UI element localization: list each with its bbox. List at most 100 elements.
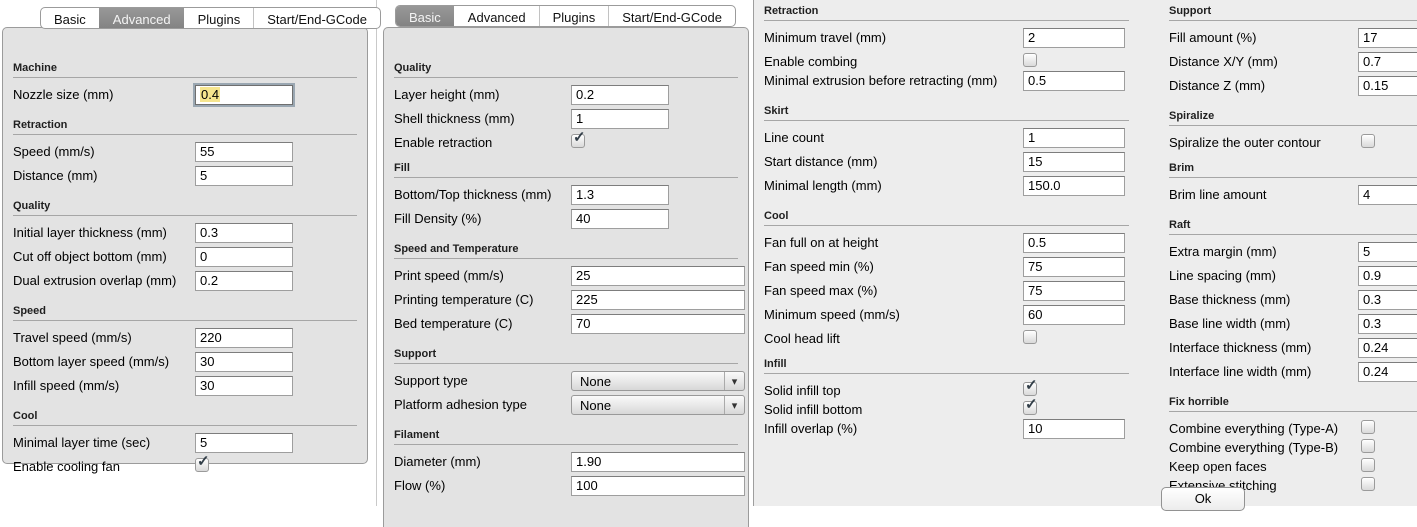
setting-row: Layer height (mm)0.2: [394, 85, 738, 109]
bed-temperature-c-input[interactable]: 70: [571, 314, 745, 334]
setting-row: Line spacing (mm)0.9: [1169, 266, 1417, 290]
input-value: 0.3: [200, 225, 218, 240]
minimal-layer-time-sec-input[interactable]: 5: [195, 433, 293, 453]
extensive-stitching-checkbox[interactable]: [1361, 477, 1375, 491]
printing-temperature-c-input[interactable]: 225: [571, 290, 745, 310]
spiralize-the-outer-contour-checkbox[interactable]: [1361, 134, 1375, 148]
print-speed-mm-s-input[interactable]: 25: [571, 266, 745, 286]
support-type-select[interactable]: None: [571, 371, 745, 391]
minimum-travel-mm-input[interactable]: 2: [1023, 28, 1125, 48]
speed-mm-s-input[interactable]: 55: [195, 142, 293, 162]
tab-basic[interactable]: Basic: [396, 6, 454, 26]
cool-head-lift-checkbox[interactable]: [1023, 330, 1037, 344]
ok-button[interactable]: Ok: [1161, 487, 1245, 511]
base-line-width-mm-input[interactable]: 0.3: [1358, 314, 1417, 334]
tab-plugins[interactable]: Plugins: [539, 6, 609, 26]
fan-speed-max-input[interactable]: 75: [1023, 281, 1125, 301]
input-value: 0.2: [576, 87, 594, 102]
layer-height-mm-input[interactable]: 0.2: [571, 85, 669, 105]
input-value: 5: [1363, 244, 1370, 259]
infill-speed-mm-s-input[interactable]: 30: [195, 376, 293, 396]
input-value: 17: [1363, 30, 1377, 45]
setting-row: Printing temperature (C)225: [394, 290, 738, 314]
setting-row: Flow (%)100: [394, 476, 738, 500]
interface-line-width-mm-input[interactable]: 0.24: [1358, 362, 1417, 382]
minimal-length-mm-input[interactable]: 150.0: [1023, 176, 1125, 196]
setting-row: Cut off object bottom (mm)0: [13, 247, 357, 271]
setting-row: Base thickness (mm)0.3: [1169, 290, 1417, 314]
enable-retraction-checkbox[interactable]: [571, 134, 585, 148]
setting-label: Enable combing: [764, 54, 857, 69]
combine-everything-type-b-checkbox[interactable]: [1361, 439, 1375, 453]
platform-adhesion-type-select[interactable]: None: [571, 395, 745, 415]
dual-extrusion-overlap-mm-input[interactable]: 0.2: [195, 271, 293, 291]
tab-start-end-gcode[interactable]: Start/End-GCode: [608, 6, 735, 26]
settings-section: MachineNozzle size (mm)0.4: [13, 62, 357, 109]
nozzle-size-mm-input[interactable]: 0.4: [195, 85, 293, 105]
line-count-input[interactable]: 1: [1023, 128, 1125, 148]
settings-section: CoolFan full on at height0.5Fan speed mi…: [764, 200, 1129, 348]
section-title: Fill: [394, 152, 738, 178]
distance-mm-input[interactable]: 5: [195, 166, 293, 186]
distance-z-mm-input[interactable]: 0.15: [1358, 76, 1417, 96]
solid-infill-top-checkbox[interactable]: [1023, 382, 1037, 396]
fill-amount-input[interactable]: 17: [1358, 28, 1417, 48]
travel-speed-mm-s-input[interactable]: 220: [195, 328, 293, 348]
setting-row: Combine everything (Type-B): [1169, 438, 1417, 457]
settings-section: SpeedTravel speed (mm/s)220Bottom layer …: [13, 295, 357, 400]
enable-combing-checkbox[interactable]: [1023, 53, 1037, 67]
section-title: Cool: [764, 200, 1129, 226]
extra-margin-mm-input[interactable]: 5: [1358, 242, 1417, 262]
input-value: 1: [576, 111, 583, 126]
expert-column-left: RetractionMinimum travel (mm)2Enable com…: [764, 0, 1129, 443]
fan-full-on-at-height-input[interactable]: 0.5: [1023, 233, 1125, 253]
tab-plugins[interactable]: Plugins: [184, 8, 254, 28]
line-spacing-mm-input[interactable]: 0.9: [1358, 266, 1417, 286]
input-value: 25: [576, 268, 590, 283]
setting-row: Enable combing: [764, 52, 1129, 71]
enable-cooling-fan-checkbox[interactable]: [195, 458, 209, 472]
setting-row: Base line width (mm)0.3: [1169, 314, 1417, 338]
minimal-extrusion-before-retracting-mm-input[interactable]: 0.5: [1023, 71, 1125, 91]
tab-advanced[interactable]: Advanced: [99, 8, 184, 28]
distance-x-y-mm-input[interactable]: 0.7: [1358, 52, 1417, 72]
setting-row: Distance X/Y (mm)0.7: [1169, 52, 1417, 76]
tab-advanced[interactable]: Advanced: [454, 6, 539, 26]
fan-speed-min-input[interactable]: 75: [1023, 257, 1125, 277]
expert-config-window: RetractionMinimum travel (mm)2Enable com…: [753, 0, 1417, 506]
tab-start-end-gcode[interactable]: Start/End-GCode: [253, 8, 380, 28]
tab-bar: BasicAdvancedPluginsStart/End-GCode: [40, 7, 381, 29]
setting-label: Brim line amount: [1169, 187, 1267, 202]
base-thickness-mm-input[interactable]: 0.3: [1358, 290, 1417, 310]
settings-section: SupportFill amount (%)17Distance X/Y (mm…: [1169, 5, 1417, 100]
minimum-speed-mm-s-input[interactable]: 60: [1023, 305, 1125, 325]
initial-layer-thickness-mm-input[interactable]: 0.3: [195, 223, 293, 243]
infill-overlap-input[interactable]: 10: [1023, 419, 1125, 439]
shell-thickness-mm-input[interactable]: 1: [571, 109, 669, 129]
diameter-mm-input[interactable]: 1.90: [571, 452, 745, 472]
input-value: 0.5: [1028, 235, 1046, 250]
input-value: 0.24: [1363, 364, 1388, 379]
cut-off-object-bottom-mm-input[interactable]: 0: [195, 247, 293, 267]
brim-line-amount-input[interactable]: 4: [1358, 185, 1417, 205]
setting-label: Nozzle size (mm): [13, 87, 113, 102]
combine-everything-type-a-checkbox[interactable]: [1361, 420, 1375, 434]
tab-basic[interactable]: Basic: [41, 8, 99, 28]
setting-label: Cool head lift: [764, 331, 840, 346]
bottom-top-thickness-mm-input[interactable]: 1.3: [571, 185, 669, 205]
flow-input[interactable]: 100: [571, 476, 745, 496]
setting-label: Solid infill top: [764, 383, 841, 398]
start-distance-mm-input[interactable]: 15: [1023, 152, 1125, 172]
fill-density-input[interactable]: 40: [571, 209, 669, 229]
solid-infill-bottom-checkbox[interactable]: [1023, 401, 1037, 415]
input-value: 1.3: [576, 187, 594, 202]
setting-label: Keep open faces: [1169, 459, 1267, 474]
keep-open-faces-checkbox[interactable]: [1361, 458, 1375, 472]
interface-thickness-mm-input[interactable]: 0.24: [1358, 338, 1417, 358]
settings-panel-content: QualityLayer height (mm)0.2Shell thickne…: [384, 28, 748, 500]
input-value: 0.2: [200, 273, 218, 288]
section-title: Spiralize: [1169, 100, 1417, 126]
setting-label: Minimum speed (mm/s): [764, 307, 900, 322]
expert-column-right: SupportFill amount (%)17Distance X/Y (mm…: [1169, 0, 1417, 495]
bottom-layer-speed-mm-s-input[interactable]: 30: [195, 352, 293, 372]
